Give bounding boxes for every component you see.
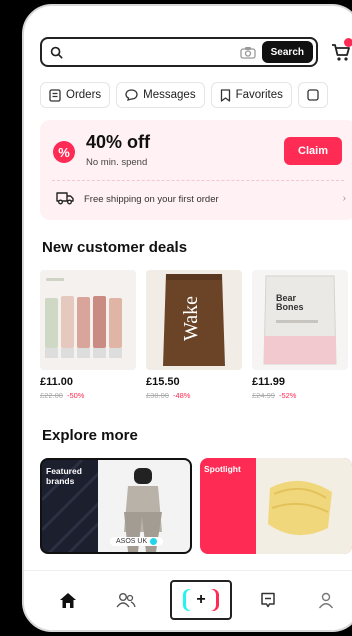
quick-links: Orders Messages Favorites bbox=[40, 82, 328, 108]
nav-home[interactable] bbox=[52, 578, 84, 622]
product-card[interactable]: Bear Bones £11.99 £24.99 -52% bbox=[252, 270, 348, 400]
tile-caption-text: ASOS UK bbox=[116, 538, 148, 545]
product-price: £11.00 bbox=[40, 376, 74, 388]
orders-label: Orders bbox=[66, 89, 102, 101]
profile-icon bbox=[318, 592, 334, 608]
chevron-right-icon[interactable]: › bbox=[343, 193, 346, 204]
orders-icon bbox=[49, 88, 61, 102]
coupon-divider bbox=[52, 180, 344, 181]
claim-button[interactable]: Claim bbox=[284, 137, 342, 165]
search-input[interactable] bbox=[69, 45, 234, 59]
coupon-subtitle: No min. spend bbox=[86, 157, 148, 168]
price-details: £22.00 -50% bbox=[40, 391, 136, 400]
create-icon: + bbox=[183, 589, 219, 611]
price-details: £30.00 -48% bbox=[146, 391, 242, 400]
discount-badge: -50% bbox=[66, 391, 85, 400]
coupon-percent-icon: % bbox=[53, 141, 75, 163]
orders-link[interactable]: Orders bbox=[40, 82, 111, 108]
deals-title: New customer deals bbox=[42, 239, 188, 256]
favorites-link[interactable]: Favorites bbox=[210, 82, 292, 108]
original-price: £24.99 bbox=[252, 391, 275, 400]
featured-brands-label: Featured brands bbox=[46, 466, 82, 487]
spotlight-tile[interactable]: Spotlight bbox=[200, 458, 352, 554]
price-details: £24.99 -52% bbox=[252, 391, 348, 400]
cart-badge bbox=[344, 38, 352, 47]
nav-profile[interactable] bbox=[310, 578, 342, 622]
home-icon bbox=[60, 592, 76, 608]
featured-brands-tile[interactable]: Featured brands ASOS UK bbox=[40, 458, 192, 554]
product-card[interactable]: £11.00 £22.00 -50% bbox=[40, 270, 136, 400]
discount-badge: -48% bbox=[172, 391, 191, 400]
messages-link[interactable]: Messages bbox=[116, 82, 205, 108]
messages-icon bbox=[125, 89, 138, 101]
nav-divider bbox=[24, 570, 352, 571]
friends-icon bbox=[116, 592, 136, 607]
bookmark-icon bbox=[220, 88, 230, 102]
search-button[interactable]: Search bbox=[261, 41, 313, 63]
nav-friends[interactable] bbox=[110, 578, 142, 622]
favorites-label: Favorites bbox=[235, 89, 283, 101]
verified-icon bbox=[150, 538, 158, 545]
coupon-card: % 40% off No min. spend Claim Free shipp… bbox=[40, 120, 352, 220]
product-price: £11.99 bbox=[252, 376, 286, 388]
truck-icon bbox=[56, 192, 74, 205]
product-brand-text: Wake bbox=[180, 296, 202, 342]
cart-button[interactable] bbox=[328, 38, 352, 65]
create-button[interactable]: + bbox=[170, 580, 232, 620]
product-brand-text: Bear Bones bbox=[276, 293, 304, 313]
more-link[interactable] bbox=[297, 82, 328, 108]
original-price: £22.00 bbox=[40, 391, 63, 400]
original-price: £30.00 bbox=[146, 391, 169, 400]
messages-label: Messages bbox=[143, 89, 196, 101]
explore-title: Explore more bbox=[42, 427, 138, 444]
shipping-text[interactable]: Free shipping on your first order bbox=[84, 194, 219, 205]
explore-tiles: Featured brands ASOS UK Spotlight bbox=[40, 458, 352, 554]
product-price: £15.50 bbox=[146, 376, 180, 388]
discount-badge: -52% bbox=[278, 391, 297, 400]
phone-frame: Search Orders Messages Favorites % 40% o… bbox=[22, 4, 352, 632]
search-icon bbox=[50, 46, 63, 59]
bottom-nav: + bbox=[24, 578, 352, 622]
product-card[interactable]: Wake £15.50 £30.00 -48% bbox=[146, 270, 242, 400]
inbox-icon bbox=[261, 592, 275, 607]
coupon-title: 40% off bbox=[86, 132, 151, 152]
nav-inbox[interactable] bbox=[252, 578, 284, 622]
product-image-pouch[interactable]: Bear Bones bbox=[252, 270, 348, 370]
nav-create[interactable]: + bbox=[168, 578, 234, 622]
search-box[interactable]: Search bbox=[40, 37, 318, 67]
camera-icon[interactable] bbox=[239, 46, 256, 59]
product-image-cosmetics[interactable] bbox=[40, 270, 136, 370]
search-row: Search bbox=[40, 36, 352, 68]
spotlight-label: Spotlight bbox=[204, 464, 241, 474]
tile-caption: ASOS UK bbox=[110, 537, 164, 546]
product-image-coffee[interactable]: Wake bbox=[146, 270, 242, 370]
deals-products: £11.00 £22.00 -50% Wake £15.50 £30.00 -4… bbox=[40, 270, 352, 400]
history-icon bbox=[307, 89, 319, 101]
shop-screen: Search Orders Messages Favorites % 40% o… bbox=[24, 6, 352, 630]
